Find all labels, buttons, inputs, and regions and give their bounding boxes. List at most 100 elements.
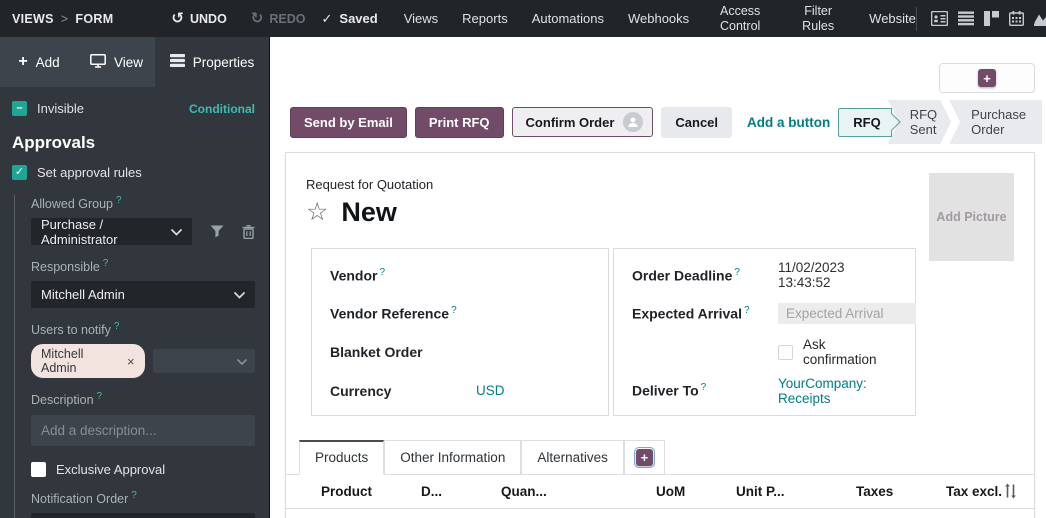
graph-view-icon[interactable] [1034,11,1046,26]
cancel-button[interactable]: Cancel [661,107,732,138]
tab-alternatives[interactable]: Alternatives [521,440,624,475]
studio-topbar: VIEWS > FORM ↺ UNDO ↻ REDO ✓ Saved Views… [0,0,1046,37]
breadcrumb-views[interactable]: VIEWS [12,12,54,26]
tab-other-information[interactable]: Other Information [384,440,521,475]
invisible-checkbox[interactable]: – [12,101,27,116]
chevron-down-icon [237,352,247,370]
menu-access-control[interactable]: Access Control [713,4,767,33]
add-tab-button[interactable]: + [624,440,665,475]
notification-order-select[interactable]: 1 [31,513,255,518]
menu-reports[interactable]: Reports [462,11,508,26]
help-icon[interactable]: ? [451,305,457,316]
order-deadline-value[interactable]: 11/02/2023 13:43:52 [778,260,897,290]
column-description[interactable]: D... [421,484,442,499]
description-input[interactable] [31,415,255,446]
notebook-tabs: Products Other Information Alternatives … [286,438,1034,475]
column-quantity[interactable]: Quan... [501,484,547,499]
field-expected-arrival[interactable]: Expected Arrival? Expected Arrival [632,295,897,334]
favorite-star-icon[interactable]: ☆ [306,200,328,225]
field-vendor[interactable]: Vendor? [330,256,590,295]
field-ask-confirmation: Ask confirmation [632,333,897,372]
undo-button[interactable]: ↺ UNDO [171,11,226,26]
expected-arrival-placeholder[interactable]: Expected Arrival [778,303,916,324]
notification-order-label: Notification Order? [31,490,255,506]
help-icon[interactable]: ? [114,321,120,332]
menu-webhooks[interactable]: Webhooks [628,11,689,26]
column-settings-icon[interactable] [1003,483,1018,502]
invisible-conditional-link[interactable]: Conditional [189,102,255,116]
users-to-notify-select[interactable] [153,349,255,373]
column-product[interactable]: Product [321,484,372,499]
invisible-row: – Invisible Conditional [12,101,255,116]
form-view-icon[interactable] [931,11,948,26]
studio-sidebar: + Add View Properties – Invisible Condit… [0,37,270,518]
add-picture-placeholder[interactable]: Add Picture [929,173,1014,261]
set-approval-rules-label: Set approval rules [37,165,142,180]
topbar-menu: Views Reports Automations Webhooks Acces… [404,4,916,33]
tab-view[interactable]: View [78,37,155,87]
check-icon: ✓ [322,11,333,27]
kanban-view-icon[interactable] [984,11,999,26]
set-approval-rules-checkbox[interactable]: ✓ [12,165,27,180]
help-icon[interactable]: ? [131,490,137,501]
allowed-group-select[interactable]: Purchase / Administrator [31,218,192,245]
column-tax-excl[interactable]: Tax excl. [946,484,1002,499]
menu-filter-rules[interactable]: Filter Rules [791,4,845,33]
column-unit-price[interactable]: Unit P... [736,484,785,499]
field-currency[interactable]: Currency USD [330,372,590,411]
column-uom[interactable]: UoM [656,484,685,499]
trash-icon[interactable] [242,225,255,239]
breadcrumb: VIEWS > FORM [12,12,113,26]
add-stat-button[interactable]: + [939,63,1035,93]
column-taxes[interactable]: Taxes [856,484,893,499]
help-icon[interactable]: ? [103,258,109,269]
help-icon[interactable]: ? [97,391,103,402]
exclusive-approval-checkbox[interactable] [31,462,46,477]
chevron-down-icon [234,287,245,302]
help-icon[interactable]: ? [734,267,740,278]
menu-website[interactable]: Website [869,11,916,26]
list-view-icon[interactable] [958,11,974,26]
help-icon[interactable]: ? [116,195,122,206]
form-sheet: Request for Quotation ☆ New Add Picture … [285,152,1035,518]
tab-add[interactable]: + Add [0,37,78,87]
responsible-select[interactable]: Mitchell Admin [31,281,255,308]
invisible-label: Invisible [37,101,84,116]
redo-icon: ↻ [251,11,264,26]
help-icon[interactable]: ? [701,382,707,393]
currency-value-link[interactable]: USD [476,383,505,398]
sidebar-tabs: + Add View Properties [0,37,269,87]
tab-products[interactable]: Products [299,440,384,475]
field-order-deadline[interactable]: Order Deadline? 11/02/2023 13:43:52 [632,256,897,295]
status-step-purchase-order[interactable]: Purchase Order [949,100,1042,144]
print-rfq-button[interactable]: Print RFQ [415,107,504,138]
description-label: Description? [31,391,255,407]
allowed-group-label: Allowed Group? [31,195,255,211]
doc-type-label: Request for Quotation [306,177,433,192]
calendar-view-icon[interactable] [1009,11,1024,26]
tag-remove-icon[interactable]: × [127,354,135,369]
status-step-rfq[interactable]: RFQ [838,108,891,137]
filter-icon[interactable] [210,225,224,238]
field-blanket-order[interactable]: Blanket Order [330,333,590,372]
tab-properties[interactable]: Properties [155,37,269,87]
monitor-icon [90,54,106,71]
menu-automations[interactable]: Automations [532,11,604,26]
add-a-button-link[interactable]: Add a button [747,115,830,130]
field-deliver-to[interactable]: Deliver To? YourCompany: Receipts [632,372,897,411]
confirm-order-button[interactable]: Confirm Order [512,107,654,137]
studio-form-editor: VIEWS > FORM ↺ UNDO ↻ REDO ✓ Saved Views… [0,0,1046,518]
set-approval-rules-row: ✓ Set approval rules [12,165,255,180]
field-vendor-reference[interactable]: Vendor Reference? [330,295,590,334]
help-icon[interactable]: ? [379,267,385,278]
deliver-to-value-link[interactable]: YourCompany: Receipts [778,376,897,406]
user-tag: Mitchell Admin × [31,344,145,378]
properties-icon [170,54,185,70]
help-icon[interactable]: ? [744,305,750,316]
send-by-email-button[interactable]: Send by Email [290,107,407,138]
redo-button[interactable]: ↻ REDO [251,11,306,26]
plus-icon: + [18,54,27,70]
ask-confirmation-checkbox[interactable] [778,345,793,360]
document-title: New [341,197,397,228]
menu-views[interactable]: Views [404,11,438,26]
